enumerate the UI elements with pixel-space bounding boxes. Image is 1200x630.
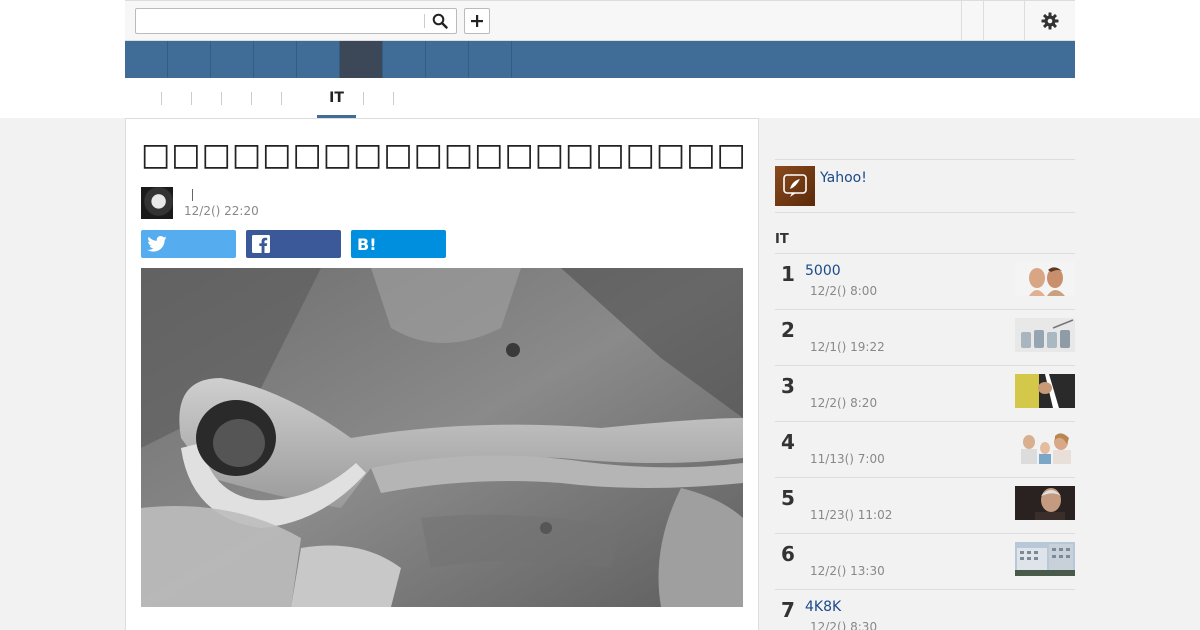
ranking-number: 2 — [781, 318, 795, 342]
subnav-item-it[interactable]: IT — [317, 78, 356, 118]
subnav-item[interactable] — [163, 78, 189, 118]
promo-link[interactable]: Yahoo! — [820, 170, 867, 186]
nav-item[interactable] — [125, 41, 168, 78]
ranking-thumbnail[interactable] — [1015, 542, 1075, 576]
ranking-date: 12/2() 8:20 — [810, 396, 878, 410]
ranking-item[interactable]: 1 5000 12/2() 8:00 — [775, 254, 1075, 310]
author-avatar[interactable] — [141, 187, 173, 219]
subnav-item[interactable] — [365, 78, 391, 118]
ranking-date: 11/13() 7:00 — [810, 452, 885, 466]
search-input[interactable] — [136, 9, 422, 33]
ranking-item[interactable]: 4 11/13() 7:00 — [775, 422, 1075, 478]
ranking-item[interactable]: 6 12/2() 13:30 — [775, 534, 1075, 590]
subnav-item[interactable] — [253, 78, 279, 118]
settings-button[interactable] — [1025, 1, 1075, 40]
ranking-thumbnail[interactable] — [1015, 430, 1075, 464]
subnav-item[interactable] — [395, 78, 421, 118]
ranking-thumbnail[interactable] — [1015, 486, 1075, 520]
article-date: 12/2() 22:20 — [184, 204, 259, 218]
ranking-number: 5 — [781, 486, 795, 510]
subnav-divider — [221, 92, 222, 105]
promo-icon — [775, 166, 815, 206]
twitter-icon — [147, 236, 167, 252]
ranking-thumbnail[interactable] — [1015, 374, 1075, 408]
twitter-share-button[interactable] — [141, 230, 236, 258]
ranking-thumbnail[interactable] — [1015, 318, 1075, 352]
top-bar — [125, 0, 1075, 41]
subnav-divider — [251, 92, 252, 105]
ranking-number: 7 — [781, 598, 795, 622]
nav-item[interactable] — [297, 41, 340, 78]
nav-item-active[interactable] — [340, 41, 383, 78]
facebook-icon — [252, 235, 270, 253]
ranking-item[interactable]: 2 12/1() 19:22 — [775, 310, 1075, 366]
nav-item[interactable] — [469, 41, 512, 78]
subnav-item[interactable] — [133, 78, 159, 118]
ranking-date: 12/2() 8:00 — [810, 284, 878, 298]
top-divider — [983, 1, 984, 40]
facebook-share-button[interactable] — [246, 230, 341, 258]
add-button[interactable] — [464, 8, 490, 34]
subnav-divider — [393, 92, 394, 105]
ranking-list: 1 5000 12/2() 8:00 2 12/1() 19:22 3 12/2… — [775, 253, 1075, 630]
ranking-title-link[interactable]: 5000 — [805, 263, 841, 279]
ranking-date: 12/2() 13:30 — [810, 564, 885, 578]
gear-icon — [1041, 12, 1059, 29]
hatena-bookmark-label: B! — [357, 234, 377, 254]
subnav-divider — [161, 92, 162, 105]
ranking-number: 6 — [781, 542, 795, 566]
subnav-divider — [191, 92, 192, 105]
top-divider — [961, 1, 962, 40]
feather-icon — [783, 174, 807, 197]
main-nav — [125, 41, 1075, 78]
plus-icon — [471, 15, 483, 27]
nav-item[interactable] — [254, 41, 297, 78]
subnav-divider — [281, 92, 282, 105]
ranking-number: 1 — [781, 262, 795, 286]
article: □□□□□□□□□□□□□□□□□□□□ 12/2() 22:20 B! — [125, 118, 759, 630]
ranking-item[interactable]: 7 4K8K 12/2() 8:30 — [775, 590, 1075, 630]
ranking-date: 11/23() 11:02 — [810, 508, 893, 522]
author-divider — [192, 189, 193, 201]
article-headline: □□□□□□□□□□□□□□□□□□□□ — [141, 137, 747, 173]
search-icon — [432, 13, 448, 29]
subnav-item[interactable] — [193, 78, 219, 118]
promo-banner[interactable]: Yahoo! — [775, 159, 1075, 213]
ranking-number: 4 — [781, 430, 795, 454]
ranking-title-link[interactable]: 4K8K — [805, 599, 841, 615]
nav-item[interactable] — [383, 41, 426, 78]
ranking-thumbnail[interactable] — [1015, 262, 1075, 296]
ranking-item[interactable]: 3 12/2() 8:20 — [775, 366, 1075, 422]
nav-item[interactable] — [426, 41, 469, 78]
ranking-item[interactable]: 5 11/23() 11:02 — [775, 478, 1075, 534]
ranking-date: 12/1() 19:22 — [810, 340, 885, 354]
search-box — [135, 8, 457, 34]
subnav-divider — [363, 92, 364, 105]
sidebar: Yahoo! IT 1 5000 12/2() 8:00 2 12/1() 19… — [775, 118, 1075, 630]
ranking-date: 12/2() 8:30 — [810, 620, 878, 630]
sub-nav: IT — [125, 78, 1075, 118]
nav-item[interactable] — [211, 41, 254, 78]
ranking-title: IT — [775, 232, 789, 247]
hatena-bookmark-button[interactable]: B! — [351, 230, 446, 258]
search-button[interactable] — [424, 9, 456, 33]
subnav-item[interactable] — [223, 78, 249, 118]
nav-item[interactable] — [168, 41, 211, 78]
ranking-number: 3 — [781, 374, 795, 398]
article-hero-image — [141, 268, 743, 607]
